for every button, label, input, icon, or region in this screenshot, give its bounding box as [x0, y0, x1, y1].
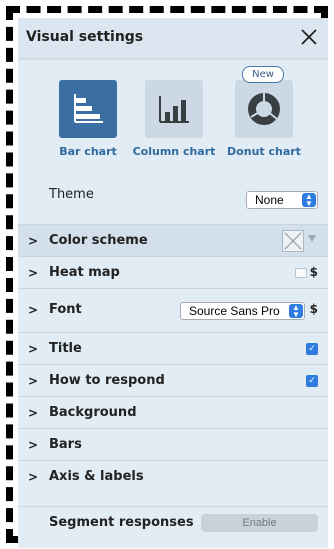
chevron-right-icon: >: [28, 406, 39, 420]
dollar-icon[interactable]: $: [310, 265, 318, 279]
chevron-right-icon: >: [28, 374, 39, 388]
bar-chart-icon: [74, 94, 103, 123]
donut-chart-icon: [248, 93, 280, 125]
section-color-scheme[interactable]: > Color scheme: [18, 224, 328, 256]
section-font[interactable]: > Font Source Sans Pro ▲ ▼ $: [18, 288, 328, 332]
chart-type-bar[interactable]: Bar chart: [43, 70, 133, 158]
visual-settings-panel: Visual settings Bar chart Column chart N…: [18, 18, 328, 548]
section-label: Axis & labels: [49, 469, 144, 484]
title-checkbox[interactable]: ✓: [306, 343, 318, 355]
section-label: How to respond: [49, 373, 165, 388]
theme-row: Theme None ▲ ▼: [18, 182, 328, 222]
how-to-respond-checkbox[interactable]: ✓: [306, 375, 318, 387]
bar-chart-tile: [59, 80, 117, 138]
donut-chart-tile: [235, 80, 293, 138]
chart-type-label: Bar chart: [59, 145, 117, 158]
new-badge: New: [242, 66, 284, 83]
chevron-down-icon[interactable]: [308, 235, 316, 242]
section-heat-map[interactable]: > Heat map $: [18, 256, 328, 288]
section-label: Bars: [49, 437, 82, 452]
heat-map-checkbox[interactable]: [295, 268, 307, 278]
select-arrows-icon: ▲ ▼: [289, 304, 303, 319]
enable-button[interactable]: Enable: [201, 514, 318, 532]
chart-type-donut[interactable]: New Donut chart: [219, 66, 309, 158]
chart-type-label: Column chart: [132, 145, 216, 158]
section-how-to-respond[interactable]: > How to respond ✓: [18, 364, 328, 396]
chart-type-selector: Bar chart Column chart New Donut chart: [18, 66, 328, 180]
select-arrows-icon: ▲ ▼: [302, 193, 316, 208]
segment-responses-row: Segment responses Enable: [18, 506, 328, 542]
section-axis-labels[interactable]: > Axis & labels: [18, 460, 328, 492]
section-bars[interactable]: > Bars: [18, 428, 328, 460]
column-chart-icon: [159, 96, 189, 123]
chevron-right-icon: >: [28, 470, 39, 484]
section-label: Heat map: [49, 265, 120, 280]
font-select-value: Source Sans Pro: [189, 304, 280, 318]
close-icon[interactable]: [298, 26, 320, 48]
chevron-right-icon: >: [28, 234, 39, 248]
panel-title: Visual settings: [26, 29, 144, 45]
theme-label: Theme: [49, 187, 94, 202]
section-background[interactable]: > Background: [18, 396, 328, 428]
chart-type-label: Donut chart: [227, 145, 301, 158]
chevron-right-icon: >: [28, 342, 39, 356]
dollar-icon[interactable]: $: [310, 302, 318, 316]
theme-select-value: None: [255, 193, 284, 207]
chart-type-column[interactable]: Column chart: [129, 70, 219, 158]
section-label: Font: [49, 302, 82, 317]
chevron-right-icon: >: [28, 303, 39, 317]
theme-select[interactable]: None ▲ ▼: [246, 191, 318, 209]
panel-header: Visual settings: [18, 18, 328, 58]
section-label: Color scheme: [49, 233, 148, 248]
section-label: Title: [49, 341, 82, 356]
segment-responses-label: Segment responses: [49, 515, 194, 530]
column-chart-tile: [145, 80, 203, 138]
font-select[interactable]: Source Sans Pro ▲ ▼: [180, 302, 305, 320]
section-label: Background: [49, 405, 137, 420]
chevron-right-icon: >: [28, 438, 39, 452]
chevron-right-icon: >: [28, 266, 39, 280]
section-title[interactable]: > Title ✓: [18, 332, 328, 364]
color-swatch[interactable]: [282, 230, 304, 252]
